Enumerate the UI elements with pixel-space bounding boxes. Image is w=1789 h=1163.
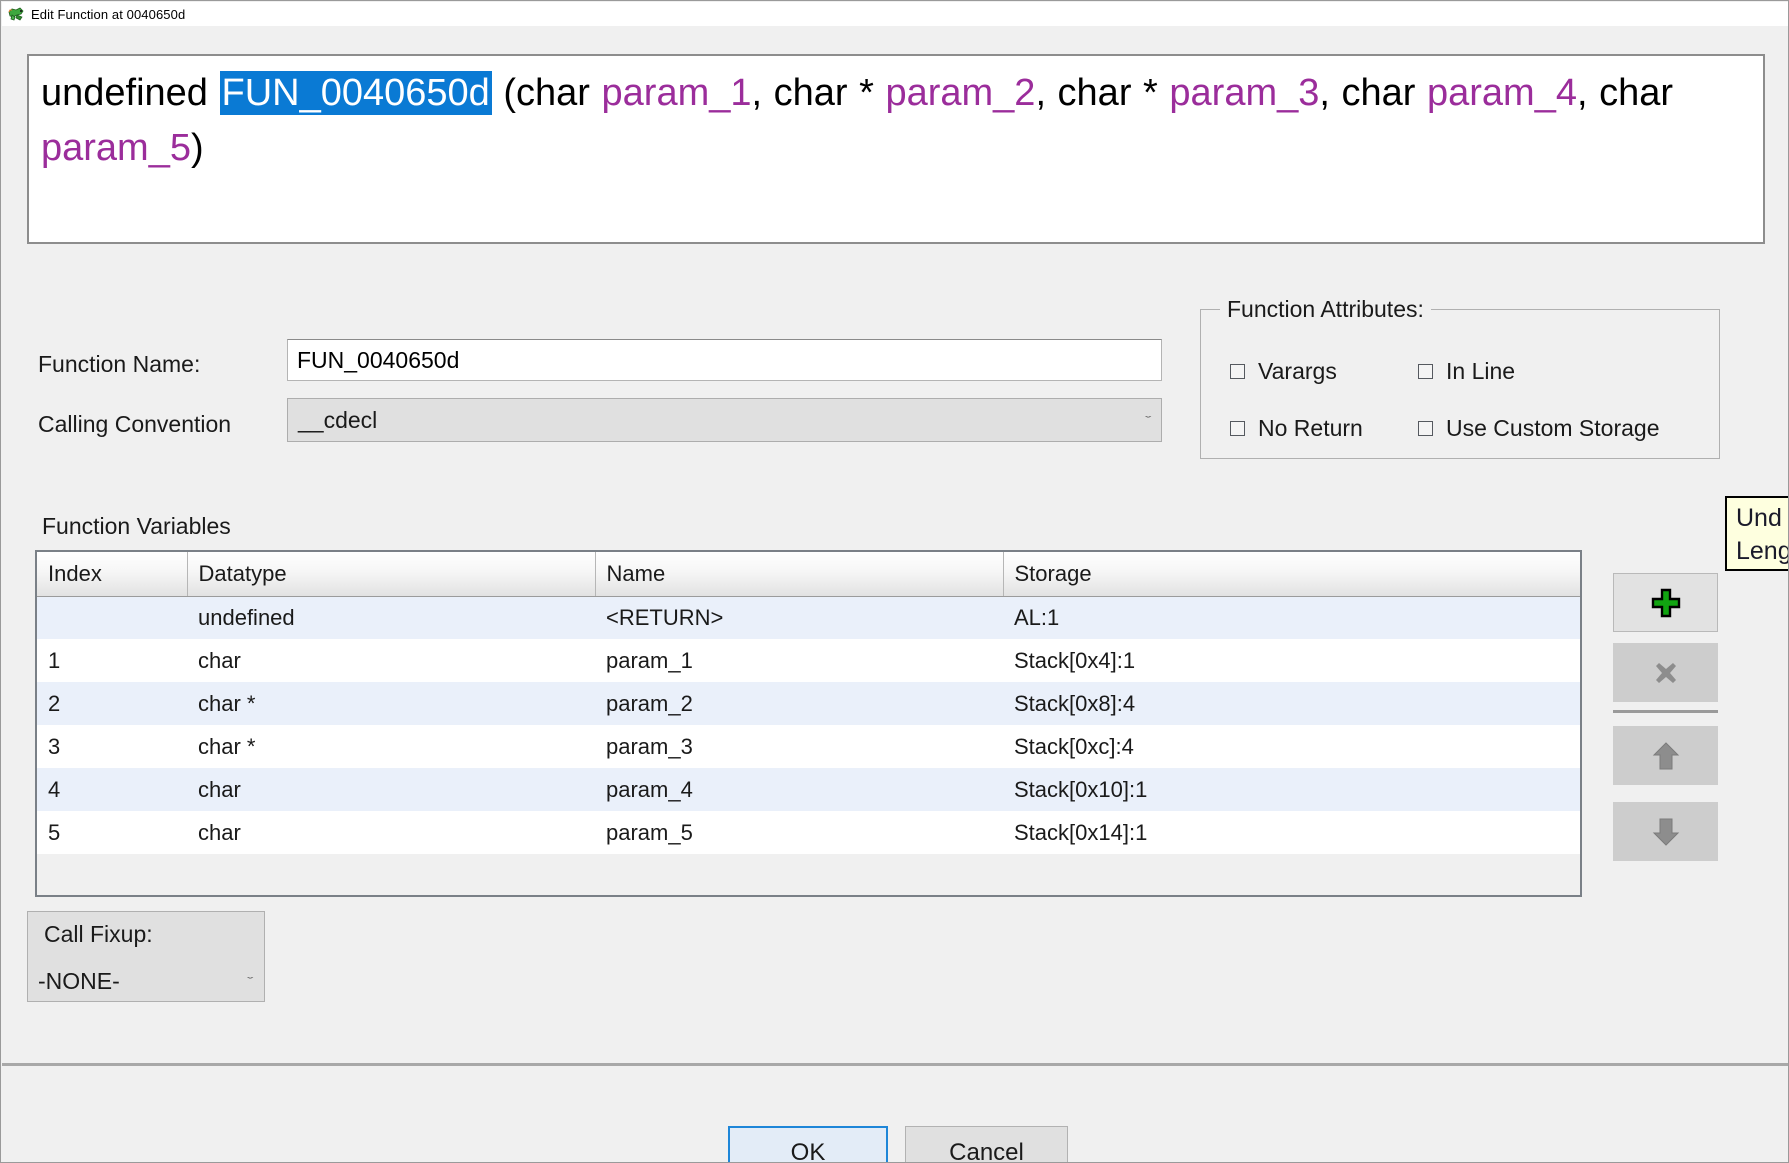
cell-index[interactable]: 4 [37, 768, 187, 811]
checkbox-box-icon [1418, 421, 1433, 436]
function-name-input[interactable] [287, 339, 1162, 381]
column-header-name[interactable]: Name [595, 552, 1004, 597]
checkbox-no-return[interactable]: No Return [1230, 415, 1363, 442]
cell-datatype[interactable]: char [187, 639, 595, 682]
signature-param-1: param_1 [601, 72, 752, 114]
add-variable-button[interactable] [1613, 573, 1718, 632]
function-signature-text: undefined FUN_0040650d (char param_1, ch… [41, 66, 1751, 176]
table-row[interactable]: 3 char * param_3 Stack[0xc]:4 [37, 725, 1580, 768]
ghidra-dragon-icon [8, 6, 24, 22]
cell-name[interactable]: param_4 [595, 768, 1003, 811]
checkbox-use-custom-storage[interactable]: Use Custom Storage [1418, 415, 1659, 442]
cell-storage[interactable]: Stack[0x8]:4 [1003, 682, 1580, 725]
function-variables-title: Function Variables [42, 513, 231, 539]
signature-token-2: , char * [751, 72, 886, 114]
signature-param-5: param_3 [1169, 72, 1320, 114]
arrow-down-icon [1652, 818, 1679, 846]
checkbox-box-icon [1418, 364, 1433, 379]
column-header-storage[interactable]: Storage [1003, 552, 1580, 597]
function-variables-body: undefined <RETURN> AL:1 1 char param_1 Stack[0… [37, 596, 1580, 854]
table-row[interactable]: 1 char param_1 Stack[0x4]:1 [37, 639, 1580, 682]
cell-index[interactable]: 2 [37, 682, 187, 725]
ok-button[interactable]: OK [728, 1126, 888, 1162]
signature-token-6: , char [1319, 72, 1427, 114]
move-up-button[interactable] [1613, 726, 1718, 785]
plus-icon [1651, 588, 1680, 617]
function-variables-table-container[interactable]: Index Datatype Name Storage undefined <RE… [35, 550, 1582, 897]
checkbox-label: Use Custom Storage [1446, 415, 1660, 441]
checkbox-label: In Line [1446, 358, 1516, 384]
table-header-row: Index Datatype Name Storage [37, 552, 1580, 597]
cell-name[interactable]: param_5 [595, 811, 1003, 854]
cell-datatype[interactable]: char * [187, 725, 595, 768]
tooltip-line-1: Und [1736, 504, 1782, 532]
cell-name[interactable]: param_2 [595, 682, 1003, 725]
function-variables-table: Index Datatype Name Storage undefined <RE… [37, 552, 1580, 854]
side-buttons-separator [1613, 710, 1718, 713]
calling-convention-label: Calling Convention [38, 411, 232, 437]
cell-datatype[interactable]: undefined [187, 596, 595, 639]
table-row[interactable]: undefined <RETURN> AL:1 [37, 596, 1580, 639]
dialog-footer [2, 1066, 1788, 1162]
column-header-index[interactable]: Index [37, 552, 188, 597]
move-down-button[interactable] [1613, 802, 1718, 861]
cancel-button[interactable]: Cancel [905, 1126, 1068, 1162]
tooltip-line-2: Leng [1736, 537, 1789, 565]
arrow-up-icon [1652, 741, 1679, 769]
checkbox-box-icon [1230, 364, 1245, 379]
signature-open-paren: ( [491, 72, 517, 114]
cell-name[interactable]: <RETURN> [595, 596, 1003, 639]
table-row[interactable]: 5 char param_5 Stack[0x14]:1 [37, 811, 1580, 854]
delete-variable-button[interactable] [1613, 643, 1718, 702]
checkbox-box-icon [1230, 421, 1245, 436]
cell-storage[interactable]: Stack[0xc]:4 [1003, 725, 1580, 768]
cell-name[interactable]: param_3 [595, 725, 1003, 768]
checkbox-in-line[interactable]: In Line [1418, 358, 1515, 385]
signature-return-type: undefined [41, 72, 220, 114]
title-bar: Edit Function at 0040650d [2, 2, 1788, 26]
cell-name[interactable]: param_1 [595, 639, 1003, 682]
table-row[interactable]: 4 char param_4 Stack[0x10]:1 [37, 768, 1580, 811]
signature-token-0: char [516, 72, 602, 114]
cell-index[interactable]: 5 [37, 811, 187, 854]
cell-storage[interactable]: AL:1 [1003, 596, 1580, 639]
cell-index[interactable]: 1 [37, 639, 187, 682]
table-row[interactable]: 2 char * param_2 Stack[0x8]:4 [37, 682, 1580, 725]
call-fixup-select[interactable]: -NONE- ˇ [38, 961, 254, 1001]
x-icon [1655, 662, 1676, 683]
signature-param-3: param_2 [885, 72, 1036, 114]
signature-token-10: ) [190, 127, 204, 169]
checkbox-label: No Return [1258, 415, 1363, 441]
dialog-client-area: undefined FUN_0040650d (char param_1, ch… [2, 26, 1789, 1162]
cell-datatype[interactable]: char [187, 768, 595, 811]
chevron-down-icon: ˇ [1145, 413, 1152, 427]
signature-token-8: , char [1576, 72, 1674, 114]
checkbox-varargs[interactable]: Varargs [1230, 358, 1337, 385]
calling-convention-value: __cdecl [298, 406, 378, 433]
edit-function-dialog: Edit Function at 0040650d undefined FUN_… [0, 0, 1789, 1163]
function-name-label: Function Name: [38, 351, 201, 377]
cell-storage[interactable]: Stack[0x14]:1 [1003, 811, 1580, 854]
call-fixup-label: Call Fixup: [44, 921, 153, 947]
cell-storage[interactable]: Stack[0x4]:1 [1003, 639, 1580, 682]
cell-index[interactable] [37, 596, 187, 639]
tooltip-popup: Und Leng [1725, 496, 1789, 571]
chevron-down-icon: ˇ [247, 974, 254, 988]
signature-token-4: , char * [1035, 72, 1170, 114]
function-attributes-legend: Function Attributes: [1220, 296, 1431, 323]
calling-convention-select[interactable]: __cdecl ˇ [287, 398, 1162, 442]
cell-storage[interactable]: Stack[0x10]:1 [1003, 768, 1580, 811]
call-fixup-value: -NONE- [38, 967, 120, 994]
checkbox-label: Varargs [1258, 358, 1337, 384]
cell-index[interactable]: 3 [37, 725, 187, 768]
cell-datatype[interactable]: char * [187, 682, 595, 725]
signature-param-7: param_4 [1426, 72, 1577, 114]
signature-function-name: FUN_0040650d [219, 71, 492, 115]
function-signature-preview[interactable]: undefined FUN_0040650d (char param_1, ch… [27, 54, 1765, 244]
column-header-datatype[interactable]: Datatype [187, 552, 596, 597]
cell-datatype[interactable]: char [187, 811, 595, 854]
window-title: Edit Function at 0040650d [31, 6, 186, 22]
signature-param-9: param_5 [41, 127, 191, 169]
